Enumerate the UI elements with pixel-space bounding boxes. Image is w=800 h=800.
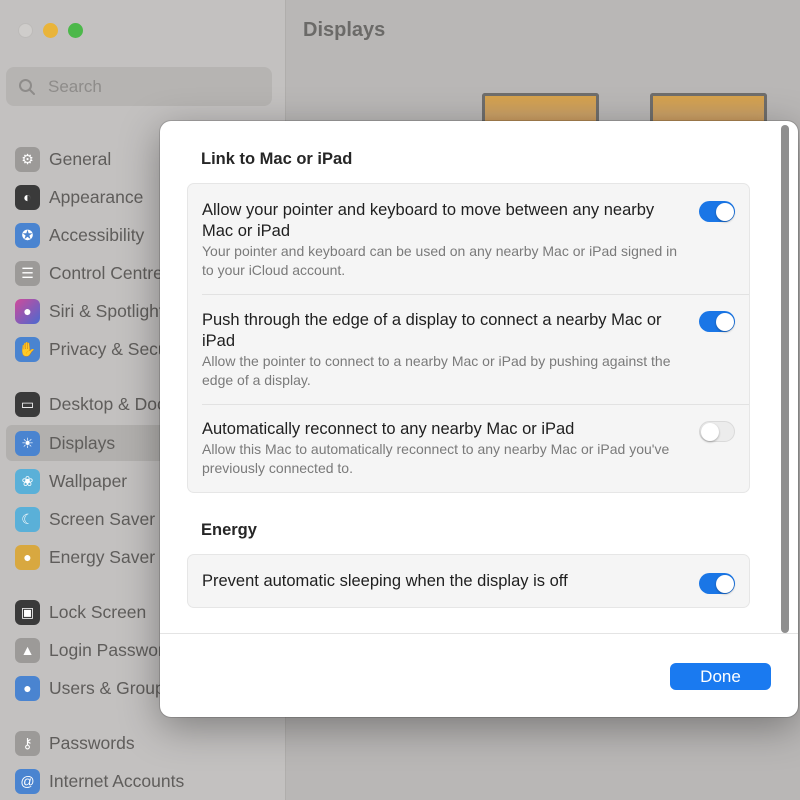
pointer-keyboard-toggle[interactable] bbox=[699, 201, 735, 222]
setting-title: Allow your pointer and keyboard to move … bbox=[202, 201, 655, 240]
sidebar-item-label: Energy Saver bbox=[49, 546, 156, 567]
minimize-window-button[interactable] bbox=[43, 23, 58, 38]
lock-icon: ▲ bbox=[15, 637, 40, 663]
control-centre-icon: ☰ bbox=[15, 260, 40, 286]
toggle-knob bbox=[715, 202, 734, 221]
toggle-knob bbox=[701, 422, 719, 441]
sidebar-item-label: Desktop & Dock bbox=[49, 393, 175, 414]
section-heading-link: Link to Mac or iPad bbox=[201, 150, 353, 168]
link-settings-group: Allow your pointer and keyboard to move … bbox=[187, 183, 750, 493]
page-title: Displays bbox=[303, 19, 386, 41]
moon-icon: ☾ bbox=[15, 506, 40, 532]
lock-screen-icon: ▣ bbox=[15, 599, 40, 625]
wallpaper-icon: ❀ bbox=[15, 468, 40, 494]
users-icon: ● bbox=[15, 675, 40, 701]
sidebar-item-label: Passwords bbox=[49, 732, 135, 753]
footer-divider bbox=[160, 633, 798, 634]
setting-description: Your pointer and keyboard can be used on… bbox=[202, 243, 678, 278]
setting-row-pointer-keyboard: Allow your pointer and keyboard to move … bbox=[188, 184, 749, 294]
appearance-icon: ◐ bbox=[15, 184, 40, 210]
key-icon: ⚷ bbox=[15, 730, 40, 756]
sidebar-item-label: Login Password bbox=[49, 639, 174, 660]
sidebar-item-label: Displays bbox=[49, 432, 116, 453]
sun-icon: ☀ bbox=[15, 430, 40, 456]
sidebar-item-label: Wallpaper bbox=[49, 470, 128, 491]
at-icon: @ bbox=[15, 768, 40, 794]
hand-icon: ✋ bbox=[15, 336, 40, 362]
setting-title: Push through the edge of a display to co… bbox=[202, 311, 662, 350]
sidebar-item-label: Internet Accounts bbox=[49, 770, 185, 791]
setting-title: Automatically reconnect to any nearby Ma… bbox=[202, 420, 575, 438]
toggle-knob bbox=[715, 312, 734, 331]
section-heading-energy: Energy bbox=[201, 521, 257, 539]
sidebar-item-label: Users & Groups bbox=[49, 677, 174, 698]
sidebar-item-label: Lock Screen bbox=[49, 601, 147, 622]
auto-reconnect-toggle[interactable] bbox=[699, 421, 735, 442]
dock-icon: ▭ bbox=[15, 391, 40, 417]
prevent-sleep-toggle[interactable] bbox=[699, 573, 735, 594]
setting-description: Allow the pointer to connect to a nearby… bbox=[202, 353, 671, 388]
bulb-icon: ● bbox=[15, 544, 40, 570]
search-field[interactable] bbox=[6, 67, 272, 106]
setting-row-push-through-edge: Push through the edge of a display to co… bbox=[188, 294, 749, 404]
sidebar-item-label: Screen Saver bbox=[49, 508, 156, 529]
setting-row-prevent-sleep: Prevent automatic sleeping when the disp… bbox=[188, 555, 749, 609]
sidebar-item-passwords[interactable]: ⚷ Passwords bbox=[0, 725, 286, 761]
energy-settings-group: Prevent automatic sleeping when the disp… bbox=[187, 554, 750, 608]
sidebar-item-label: Control Centre bbox=[49, 262, 163, 283]
close-window-button[interactable] bbox=[18, 23, 33, 38]
zoom-window-button[interactable] bbox=[68, 23, 83, 38]
search-icon bbox=[19, 78, 35, 95]
scrollbar[interactable] bbox=[781, 125, 789, 633]
sidebar-item-label: Accessibility bbox=[49, 224, 145, 245]
siri-icon: ● bbox=[15, 298, 40, 324]
toggle-knob bbox=[715, 574, 734, 593]
gear-icon: ⚙ bbox=[15, 146, 40, 172]
setting-row-auto-reconnect: Automatically reconnect to any nearby Ma… bbox=[188, 404, 749, 494]
sidebar-item-internet-accounts[interactable]: @ Internet Accounts bbox=[0, 763, 286, 799]
push-through-edge-toggle[interactable] bbox=[699, 311, 735, 332]
link-settings-sheet: Link to Mac or iPad Allow your pointer a… bbox=[160, 121, 798, 717]
sidebar-item-label: Appearance bbox=[49, 186, 144, 207]
sidebar-item-label: Siri & Spotlight bbox=[49, 300, 164, 321]
search-input[interactable] bbox=[48, 76, 248, 97]
setting-title: Prevent automatic sleeping when the disp… bbox=[202, 572, 568, 590]
sidebar-item-label: General bbox=[49, 148, 112, 169]
window-controls bbox=[18, 23, 83, 38]
setting-description: Allow this Mac to automatically reconnec… bbox=[202, 441, 670, 476]
accessibility-icon: ✪ bbox=[15, 222, 40, 248]
done-button[interactable]: Done bbox=[670, 663, 771, 690]
